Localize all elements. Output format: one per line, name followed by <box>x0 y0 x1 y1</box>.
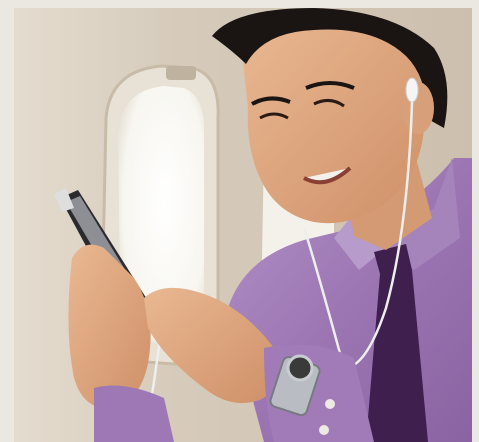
photo-illustration <box>14 8 472 442</box>
cuff-button <box>325 399 335 409</box>
photo-frame <box>0 0 479 442</box>
window-shade-handle <box>166 66 196 80</box>
earbud-icon <box>405 77 419 103</box>
cuff-button <box>319 425 329 435</box>
photo <box>14 8 472 442</box>
